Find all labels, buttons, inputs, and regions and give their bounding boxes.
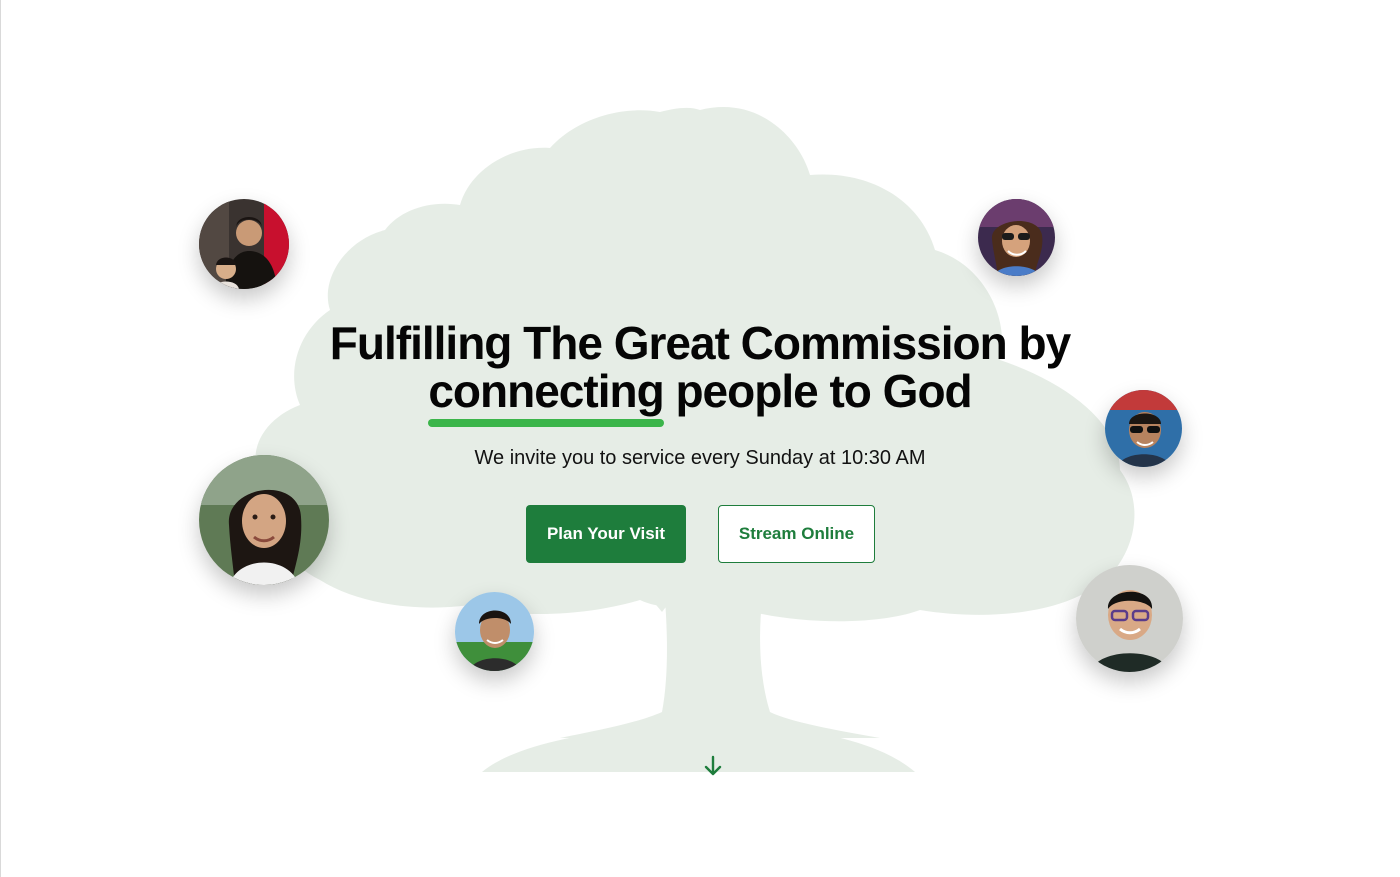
hero-section: Fulfilling The Great Commission by conne… [0, 0, 1400, 877]
headline-highlight-text: connecting [428, 365, 664, 417]
stream-online-button[interactable]: Stream Online [718, 505, 875, 563]
headline-line-1: Fulfilling The Great Commission by [329, 317, 1071, 369]
headline-highlight-word: connecting [428, 365, 665, 427]
arrow-down-icon[interactable] [701, 754, 725, 778]
headline-rest: people to God [675, 365, 972, 417]
highlight-underline [428, 419, 664, 427]
plan-your-visit-button[interactable]: Plan Your Visit [526, 505, 686, 563]
headline-line-2: connecting people to God [200, 365, 1200, 427]
service-time-subtitle: We invite you to service every Sunday at… [474, 447, 926, 469]
